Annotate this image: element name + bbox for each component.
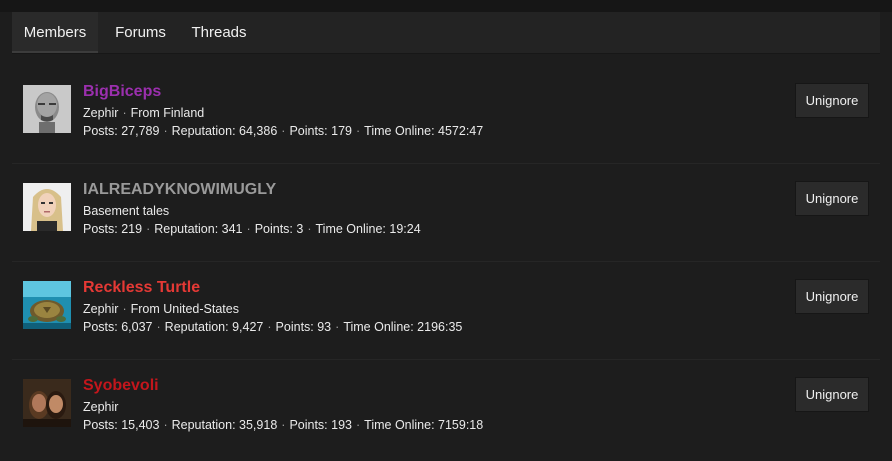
separator: · bbox=[355, 418, 361, 432]
stat-posts: Posts: 15,403 bbox=[83, 418, 160, 432]
stat-points: Points: 179 bbox=[289, 124, 352, 138]
separator: · bbox=[122, 302, 127, 316]
member-group: Zephir bbox=[83, 400, 119, 414]
separator: · bbox=[335, 320, 340, 334]
member-info: Zephir · From Finland bbox=[83, 106, 204, 120]
tab-bar: Members Forums Threads bbox=[12, 12, 880, 54]
separator: · bbox=[163, 418, 168, 432]
stat-time-online: Time Online: 4572:47 bbox=[364, 124, 484, 138]
separator: · bbox=[156, 320, 161, 334]
separator: · bbox=[307, 222, 312, 236]
member-group: Zephir bbox=[83, 106, 119, 120]
member-info: Basement tales bbox=[83, 204, 169, 218]
stat-points: Points: 93 bbox=[275, 320, 332, 334]
unignore-button[interactable]: Unignore bbox=[795, 279, 869, 314]
member-stats: Posts: 27,789 · Reputation: 64,386 · Points:… bbox=[83, 124, 483, 138]
member-location: From Finland bbox=[130, 106, 205, 120]
stat-points: Points: 193 bbox=[289, 418, 352, 432]
avatar[interactable] bbox=[23, 183, 71, 231]
member-info: Zephir · From United-States bbox=[83, 302, 239, 316]
stat-time-online: Time Online: 7159:18 bbox=[364, 418, 484, 432]
stat-time-online: Time Online: 2196:35 bbox=[343, 320, 463, 334]
member-stats: Posts: 6,037 · Reputation: 9,427 · Points: 9… bbox=[83, 320, 462, 334]
stat-posts: Posts: 219 bbox=[83, 222, 143, 236]
ignored-members-list: BigBiceps Zephir · From Finland Posts: 27,… bbox=[12, 66, 880, 457]
member-row: BigBiceps Zephir · From Finland Posts: 27,… bbox=[12, 66, 880, 164]
avatar[interactable] bbox=[23, 379, 71, 427]
avatar[interactable] bbox=[23, 85, 71, 133]
member-info: Zephir bbox=[83, 400, 118, 414]
member-row: Syobevoli Zephir Posts: 15,403 · Reputatio… bbox=[12, 360, 880, 457]
username-link[interactable]: BigBiceps bbox=[83, 83, 161, 101]
stat-reputation: Reputation: 341 bbox=[154, 222, 243, 236]
tab-members[interactable]: Members bbox=[12, 12, 98, 53]
member-row: IALREADYKNOWIMUGLY Basement tales Posts:… bbox=[12, 164, 880, 262]
username-link[interactable]: Syobevoli bbox=[83, 377, 159, 395]
member-stats: Posts: 219 · Reputation: 341 · Points: 3 · Tim… bbox=[83, 222, 421, 236]
member-stats: Posts: 15,403 · Reputation: 35,918 · Points:… bbox=[83, 418, 483, 432]
unignore-button[interactable]: Unignore bbox=[795, 83, 869, 118]
username-link[interactable]: Reckless Turtle bbox=[83, 279, 200, 297]
member-location: From United-States bbox=[130, 302, 239, 316]
stat-reputation: Reputation: 35,918 bbox=[171, 418, 278, 432]
member-row: Reckless Turtle Zephir · From United-State… bbox=[12, 262, 880, 360]
separator: · bbox=[146, 222, 151, 236]
stat-posts: Posts: 27,789 bbox=[83, 124, 160, 138]
member-group: Basement tales bbox=[83, 204, 170, 218]
username-link[interactable]: IALREADYKNOWIMUGLY bbox=[83, 181, 276, 199]
stat-posts: Posts: 6,037 bbox=[83, 320, 153, 334]
stat-reputation: Reputation: 9,427 bbox=[164, 320, 264, 334]
stat-points: Points: 3 bbox=[254, 222, 304, 236]
separator: · bbox=[267, 320, 272, 334]
tab-forums[interactable]: Forums bbox=[98, 12, 183, 53]
separator: · bbox=[355, 124, 361, 138]
stat-time-online: Time Online: 19:24 bbox=[315, 222, 421, 236]
unignore-button[interactable]: Unignore bbox=[795, 377, 869, 412]
top-strip bbox=[0, 0, 892, 12]
separator: · bbox=[122, 106, 127, 120]
stat-reputation: Reputation: 64,386 bbox=[171, 124, 278, 138]
unignore-button[interactable]: Unignore bbox=[795, 181, 869, 216]
separator: · bbox=[163, 124, 168, 138]
avatar[interactable] bbox=[23, 281, 71, 329]
separator: · bbox=[281, 124, 286, 138]
separator: · bbox=[281, 418, 286, 432]
separator: · bbox=[246, 222, 251, 236]
member-group: Zephir bbox=[83, 302, 119, 316]
tab-threads[interactable]: Threads bbox=[183, 12, 255, 53]
